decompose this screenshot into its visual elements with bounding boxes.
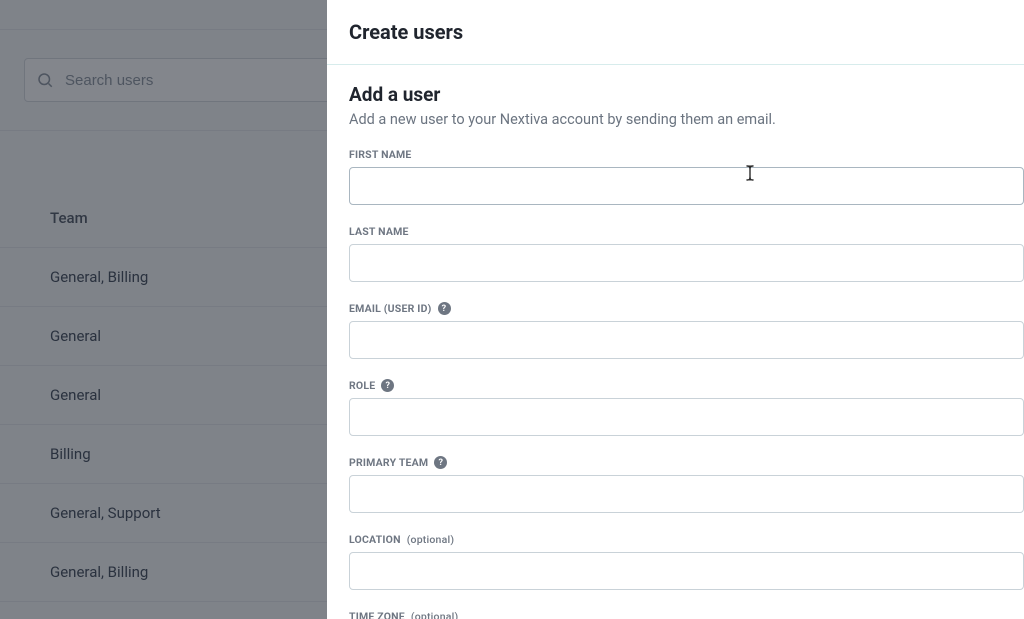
field-first-name: FIRST NAME — [349, 148, 1024, 205]
field-time-zone: TIME ZONE (optional) — [349, 610, 1024, 619]
field-role: ROLE ? — [349, 379, 1024, 436]
location-label: LOCATION (optional) — [349, 533, 1024, 546]
last-name-input[interactable] — [349, 244, 1024, 282]
last-name-label: LAST NAME — [349, 225, 1024, 238]
modal-body: Add a user Add a new user to your Nextiv… — [327, 65, 1024, 619]
role-label: ROLE ? — [349, 379, 1024, 392]
section-title: Add a user — [349, 83, 1024, 106]
help-icon[interactable]: ? — [381, 379, 394, 392]
field-primary-team: PRIMARY TEAM ? — [349, 456, 1024, 513]
email-input[interactable] — [349, 321, 1024, 359]
create-users-panel: Create users Add a user Add a new user t… — [327, 0, 1024, 619]
location-input[interactable] — [349, 552, 1024, 590]
modal-header: Create users — [327, 0, 1024, 56]
field-email: EMAIL (USER ID) ? — [349, 302, 1024, 359]
primary-team-input[interactable] — [349, 475, 1024, 513]
role-input[interactable] — [349, 398, 1024, 436]
primary-team-label: PRIMARY TEAM ? — [349, 456, 1024, 469]
first-name-input[interactable] — [349, 167, 1024, 205]
first-name-label: FIRST NAME — [349, 148, 1024, 161]
modal-title: Create users — [349, 20, 1024, 44]
time-zone-label: TIME ZONE (optional) — [349, 610, 1024, 619]
email-label: EMAIL (USER ID) ? — [349, 302, 1024, 315]
field-last-name: LAST NAME — [349, 225, 1024, 282]
help-icon[interactable]: ? — [438, 302, 451, 315]
help-icon[interactable]: ? — [434, 456, 447, 469]
section-subtitle: Add a new user to your Nextiva account b… — [349, 111, 1024, 128]
field-location: LOCATION (optional) — [349, 533, 1024, 590]
